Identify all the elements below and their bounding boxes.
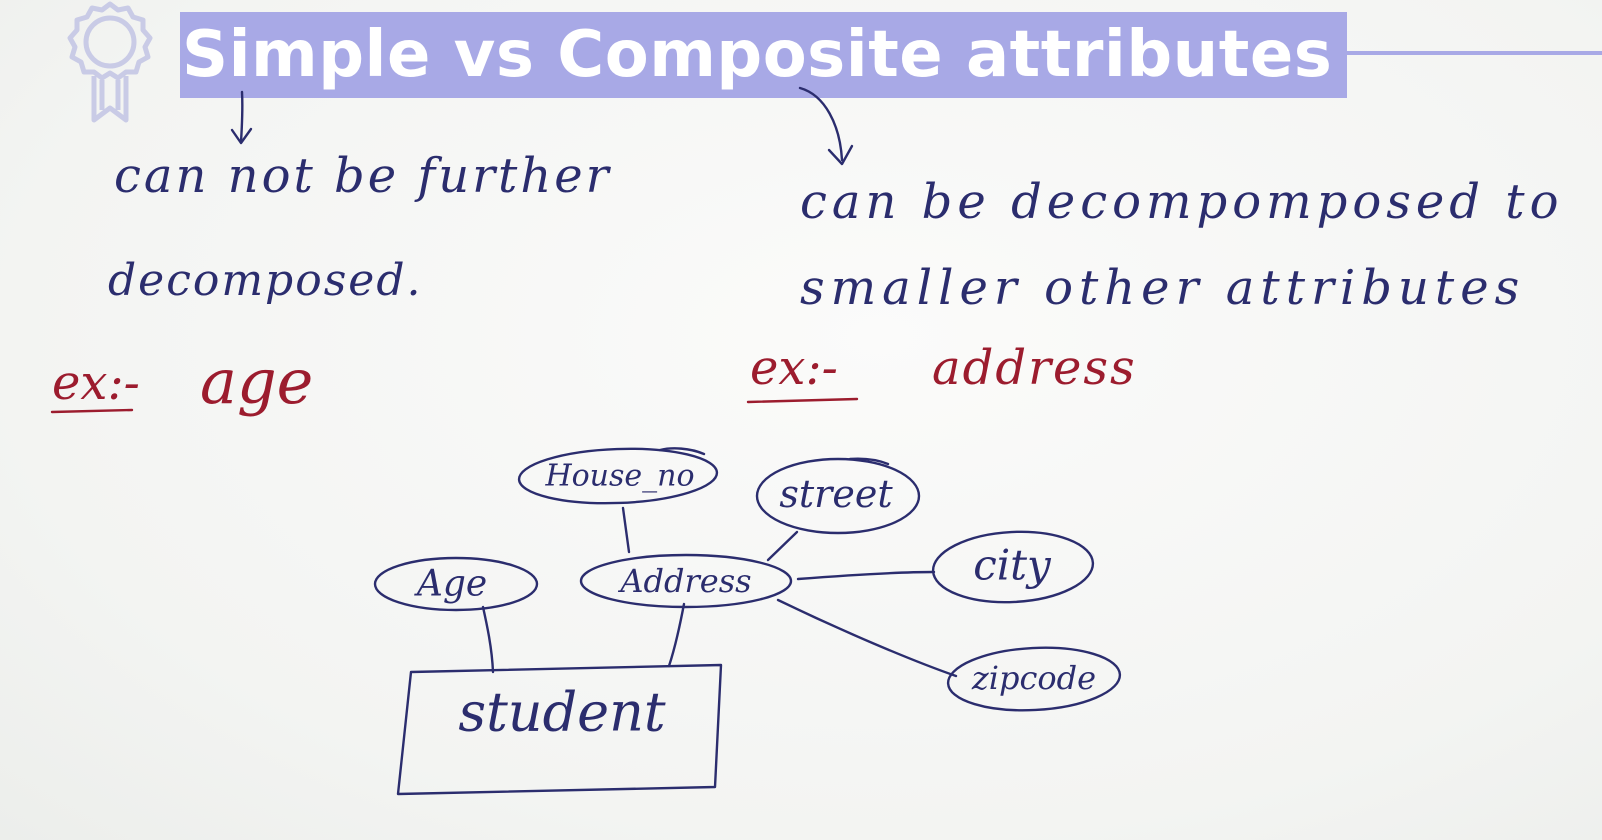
composite-definition-line2: smaller other attributes	[800, 260, 1526, 316]
simple-example-prefix: ex:-	[52, 355, 140, 411]
connector-house-address	[621, 506, 631, 554]
connector-address-city	[796, 570, 936, 581]
diagram-strokes	[50, 86, 1122, 796]
attribute-city: city	[973, 540, 1051, 590]
connector-address-student	[667, 602, 686, 668]
composite-example-underline	[746, 397, 859, 404]
attribute-street: street	[779, 472, 893, 516]
composite-example-value: address	[932, 340, 1137, 396]
title-rule	[1347, 51, 1602, 55]
composite-arrow	[798, 86, 844, 162]
connector-address-zipcode	[776, 598, 958, 678]
composite-example-prefix: ex:-	[750, 340, 838, 396]
attribute-age: Age	[416, 563, 488, 605]
composite-definition-line1: can be decompomposed to	[800, 174, 1564, 230]
simple-example-value: age	[200, 345, 314, 418]
slide: Simple vs Composite attributes can not b…	[0, 0, 1602, 840]
award-ribbon-icon	[67, 1, 153, 123]
slide-title: Simple vs Composite attributes	[182, 18, 1333, 92]
simple-arrow	[239, 90, 244, 144]
attribute-house-no: House_no	[545, 458, 695, 494]
connector-street-address	[766, 530, 799, 562]
connector-age-student	[481, 605, 495, 674]
attribute-zipcode: zipcode	[971, 659, 1097, 697]
attribute-address: Address	[620, 562, 752, 600]
simple-definition-line1: can not be further	[114, 148, 612, 204]
simple-definition-line2: decomposed.	[108, 255, 423, 306]
entity-student: student	[458, 680, 666, 744]
